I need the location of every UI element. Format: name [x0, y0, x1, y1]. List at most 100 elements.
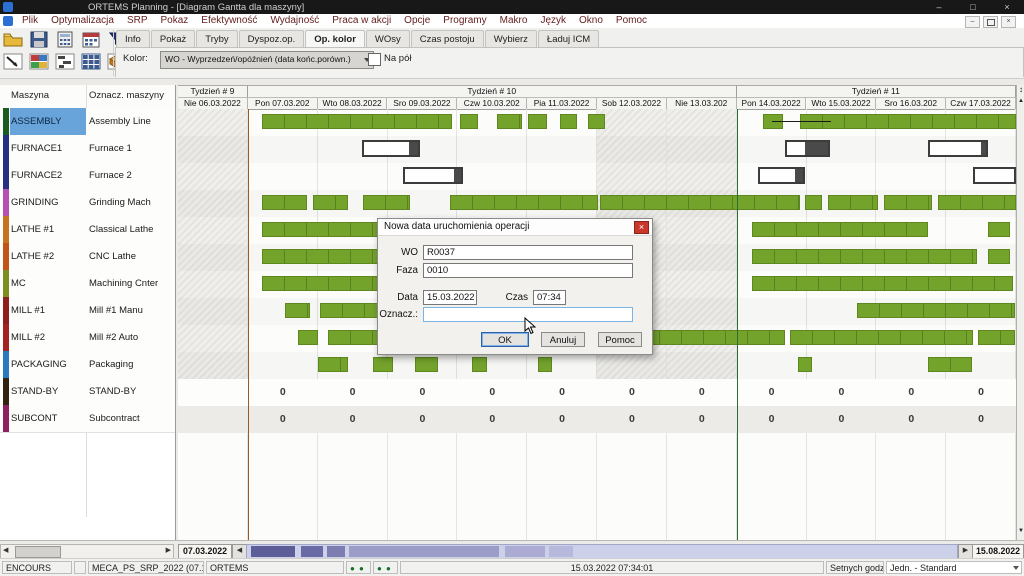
- scroll-up-icon[interactable]: ▲: [1017, 98, 1024, 104]
- operation-bar[interactable]: [988, 222, 1010, 237]
- tab-poka-[interactable]: Pokaż: [151, 30, 195, 47]
- data-field[interactable]: [423, 290, 477, 305]
- menu-item-optymalizacja[interactable]: Optymalizacja: [51, 14, 114, 28]
- dialog-title-bar[interactable]: Nowa data uruchomienia operacji ×: [378, 219, 652, 236]
- operation-bar[interactable]: [460, 114, 478, 129]
- operation-bar[interactable]: [373, 357, 393, 372]
- menu-item-okno[interactable]: Okno: [579, 14, 603, 28]
- operation-bar[interactable]: [857, 303, 1016, 318]
- operation-bar[interactable]: [538, 357, 552, 372]
- operation-bar[interactable]: [988, 249, 1010, 264]
- operation-bar[interactable]: [884, 195, 932, 210]
- planned-operation-bar[interactable]: [362, 140, 421, 157]
- operation-bar[interactable]: [588, 114, 605, 129]
- tab--aduj-icm[interactable]: Ładuj ICM: [538, 30, 599, 47]
- save-icon[interactable]: [29, 31, 49, 48]
- operation-bar[interactable]: [928, 357, 972, 372]
- operation-bar[interactable]: [450, 195, 597, 210]
- machine-code[interactable]: FURNACE1: [11, 135, 85, 162]
- machine-row[interactable]: MCMachining Cnter: [0, 270, 175, 298]
- operation-bar[interactable]: [497, 114, 522, 129]
- machine-code[interactable]: GRINDING: [11, 189, 85, 216]
- machine-row[interactable]: MILL #1Mill #1 Manu: [0, 297, 175, 325]
- machine-code[interactable]: LATHE #2: [11, 243, 85, 270]
- menu-item-praca-w-akcji[interactable]: Praca w akcji: [332, 14, 391, 28]
- range-start-date[interactable]: 07.03.2022: [178, 544, 232, 559]
- machine-row[interactable]: PACKAGINGPackaging: [0, 351, 175, 379]
- planned-operation-bar[interactable]: [928, 140, 988, 157]
- tab-op-kolor[interactable]: Op. kolor: [305, 30, 365, 47]
- machine-row[interactable]: GRINDINGGrinding Mach: [0, 189, 175, 217]
- timeline-segment[interactable]: [549, 546, 573, 557]
- operation-bar[interactable]: [752, 222, 928, 237]
- mdi-close-icon[interactable]: ×: [1001, 16, 1016, 28]
- operation-bar[interactable]: [262, 114, 452, 129]
- operation-bar[interactable]: [790, 330, 973, 345]
- faza-field[interactable]: [423, 263, 633, 278]
- menu-item-wydajno-[interactable]: Wydajność: [270, 14, 319, 28]
- operation-bar[interactable]: [363, 195, 410, 210]
- machine-row[interactable]: MILL #2Mill #2 Auto: [0, 324, 175, 352]
- maximize-icon[interactable]: □: [960, 0, 986, 14]
- tab-wosy[interactable]: WOsy: [366, 30, 410, 47]
- machine-row[interactable]: ASSEMBLYAssembly Line: [0, 108, 175, 136]
- menu-item-pokaz[interactable]: Pokaz: [161, 14, 189, 28]
- tab-dyspoz-op-[interactable]: Dyspoz.op.: [239, 30, 305, 47]
- menu-item-plik[interactable]: Plik: [22, 14, 38, 28]
- operation-bar[interactable]: [800, 114, 1016, 129]
- na-pol-checkbox[interactable]: [368, 53, 381, 66]
- minimize-icon[interactable]: –: [926, 0, 952, 14]
- czas-field[interactable]: [533, 290, 566, 305]
- operation-bar[interactable]: [752, 249, 977, 264]
- machine-code[interactable]: STAND-BY: [11, 378, 85, 405]
- operation-bar[interactable]: [313, 195, 348, 210]
- timeline-segment[interactable]: [251, 546, 295, 557]
- machine-row[interactable]: LATHE #2CNC Lathe: [0, 243, 175, 271]
- machine-code[interactable]: PACKAGING: [11, 351, 85, 378]
- machine-code[interactable]: LATHE #1: [11, 216, 85, 243]
- operation-bar[interactable]: [298, 330, 318, 345]
- operation-bar[interactable]: [978, 330, 1015, 345]
- calendar-calc-icon[interactable]: [81, 31, 101, 48]
- operation-bar[interactable]: [285, 303, 310, 318]
- close-icon[interactable]: ×: [994, 0, 1020, 14]
- machine-row[interactable]: FURNACE2Furnace 2: [0, 162, 175, 190]
- planned-operation-bar[interactable]: [785, 140, 830, 157]
- machine-table-hscrollbar[interactable]: ◀ ▶: [0, 544, 174, 559]
- machine-code[interactable]: ASSEMBLY: [10, 108, 86, 135]
- cancel-button[interactable]: Anuluj: [541, 332, 585, 347]
- mdi-minimize-icon[interactable]: –: [965, 16, 980, 28]
- vertical-scrollbar[interactable]: ↕ ▲ ▼: [1016, 85, 1024, 540]
- calculator-icon[interactable]: [55, 31, 75, 48]
- operation-bar[interactable]: [752, 276, 1013, 291]
- machine-row[interactable]: STAND-BYSTAND-BY: [0, 378, 175, 406]
- operation-bar[interactable]: [262, 195, 307, 210]
- machine-code[interactable]: MILL #2: [11, 324, 85, 351]
- unit-select[interactable]: Jedn. - Standard: [886, 561, 1022, 574]
- operation-bar[interactable]: [828, 195, 878, 210]
- operation-bar[interactable]: [528, 114, 547, 129]
- timeline-segment[interactable]: [349, 546, 499, 557]
- menu-item-j-zyk[interactable]: Język: [540, 14, 566, 28]
- machine-row[interactable]: LATHE #1Classical Lathe: [0, 216, 175, 244]
- grid-table-icon[interactable]: [81, 53, 101, 70]
- menu-item-efektywno-[interactable]: Efektywność: [201, 14, 257, 28]
- mdi-restore-icon[interactable]: [983, 16, 998, 28]
- machine-code[interactable]: MILL #1: [11, 297, 85, 324]
- menu-item-makro[interactable]: Makro: [500, 14, 528, 28]
- pointer-mode-icon[interactable]: [3, 53, 23, 70]
- tab-info[interactable]: Info: [116, 30, 150, 47]
- machine-code[interactable]: FURNACE2: [11, 162, 85, 189]
- scroll-left-icon[interactable]: ◀: [3, 545, 8, 557]
- menu-item-opcje[interactable]: Opcje: [404, 14, 430, 28]
- timeline-segment[interactable]: [301, 546, 323, 557]
- timeline-scrollbar[interactable]: [246, 544, 958, 559]
- scroll-updown-icon[interactable]: ↕: [1017, 85, 1024, 94]
- planned-operation-bar[interactable]: [403, 167, 463, 184]
- scroll-down-icon[interactable]: ▼: [1017, 528, 1024, 534]
- tab-wybierz[interactable]: Wybierz: [485, 30, 537, 47]
- dialog-close-icon[interactable]: ×: [634, 221, 649, 234]
- planned-operation-bar[interactable]: [758, 167, 805, 184]
- color-mode-select[interactable]: WO - Wyprzedzeń/opóźnień (data końc.poró…: [160, 51, 374, 69]
- operation-bar[interactable]: [318, 357, 348, 372]
